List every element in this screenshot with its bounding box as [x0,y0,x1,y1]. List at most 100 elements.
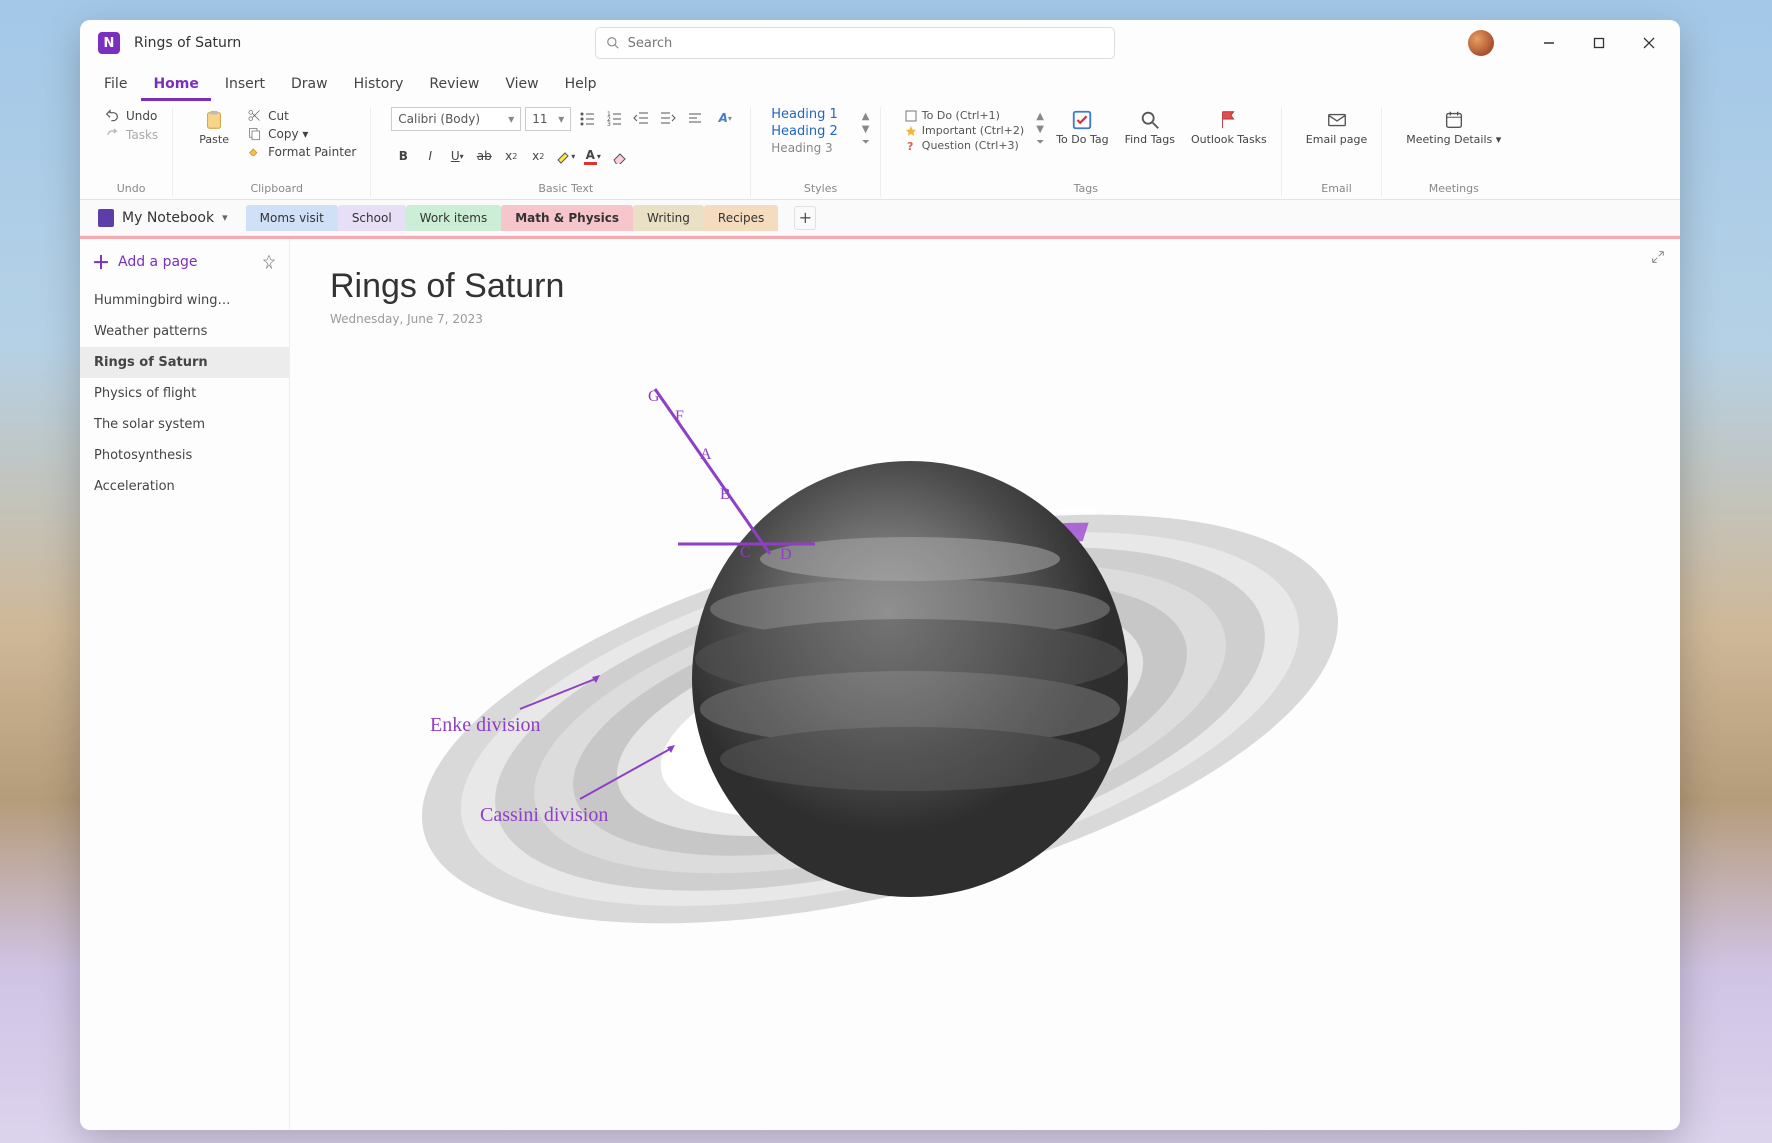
page-item[interactable]: Acceleration [80,471,289,502]
menu-tab-history[interactable]: History [342,70,416,101]
bold-button[interactable]: B [391,145,415,167]
style-heading2[interactable]: Heading 2 [771,124,838,139]
page-canvas[interactable]: Rings of Saturn Wednesday, June 7, 2023 [290,239,1680,1130]
ribbon-group-tags: To Do (Ctrl+1) Important (Ctrl+2) ?Quest… [891,107,1282,197]
label-cassini: Cassini division [480,804,608,826]
numbering-button[interactable]: 123 [602,107,626,129]
bullets-button[interactable] [575,107,599,129]
page-title[interactable]: Rings of Saturn [330,267,1640,306]
page-item[interactable]: The solar system [80,409,289,440]
style-heading3[interactable]: Heading 3 [771,141,838,155]
outlook-tasks-button[interactable]: Outlook Tasks [1187,107,1271,148]
ribbon-group-undo: Undo Tasks Undo [90,107,173,197]
section-tab[interactable]: Moms visit [246,205,338,231]
subscript-button[interactable]: x2 [499,145,523,167]
meeting-icon [1443,109,1465,131]
chevron-down-icon: ▾ [222,211,228,224]
minimize-button[interactable] [1526,24,1572,62]
section-tab[interactable]: Math & Physics [501,205,633,231]
label-a: A [700,446,712,463]
italic-button[interactable]: I [418,145,442,167]
svg-text:3: 3 [607,121,611,126]
section-tab[interactable]: Writing [633,205,704,231]
section-tab[interactable]: Recipes [704,205,778,231]
paste-button[interactable]: Paste [193,107,235,148]
find-tags-icon [1139,109,1161,131]
close-button[interactable] [1626,24,1672,62]
maximize-button[interactable] [1576,24,1622,62]
font-family-select[interactable]: Calibri (Body) ▾ [391,107,521,131]
add-section-button[interactable]: + [794,206,816,230]
tasks-button[interactable]: Tasks [100,126,162,144]
styles-pane-button[interactable]: A▾ [710,107,740,129]
notebook-picker[interactable]: My Notebook ▾ [90,205,236,231]
menu-tab-draw[interactable]: Draw [279,70,340,101]
ribbon-group-meetings: Meeting Details ▾ Meetings [1392,107,1515,197]
todo-tag-button[interactable]: To Do Tag [1052,107,1112,148]
page-item[interactable]: Rings of Saturn [80,347,289,378]
ribbon-group-email: Email page Email [1292,107,1383,197]
redo-icon [104,127,120,143]
todo-icon [1071,109,1093,131]
underline-button[interactable]: U▾ [445,145,469,167]
styles-down-button[interactable]: ▼ [862,124,870,135]
label-b: B [720,486,731,503]
align-button[interactable] [683,107,707,129]
menu-tab-review[interactable]: Review [417,70,491,101]
page-item[interactable]: Weather patterns [80,316,289,347]
section-tabs: Moms visitSchoolWork itemsMath & Physics… [246,205,779,231]
email-page-button[interactable]: Email page [1302,107,1372,148]
saturn-illustration: G F A B C D Enke division Cassini divisi… [370,359,1390,1079]
undo-button[interactable]: Undo [100,107,162,125]
menu-tab-file[interactable]: File [92,70,139,101]
svg-text:?: ? [907,140,913,152]
label-enke: Enke division [430,714,541,736]
menu-tab-home[interactable]: Home [141,70,210,101]
outdent-button[interactable] [629,107,653,129]
tag-list[interactable]: To Do (Ctrl+1) Important (Ctrl+2) ?Quest… [901,107,1028,154]
superscript-button[interactable]: x2 [526,145,550,167]
flag-icon [1218,109,1240,131]
styles-up-button[interactable]: ▲ [862,111,870,122]
copy-button[interactable]: Copy ▾ [243,125,360,142]
menu-tab-insert[interactable]: Insert [213,70,277,101]
notebook-icon [98,209,114,227]
label-d: D [780,546,792,563]
highlight-icon [555,148,571,164]
highlight-button[interactable]: ▾ [553,145,577,167]
brush-icon [247,144,262,159]
font-color-button[interactable]: A▾ [580,145,604,167]
title-bar: N Rings of Saturn Search [80,20,1680,66]
menu-tab-help[interactable]: Help [553,70,609,101]
style-heading1[interactable]: Heading 1 [771,107,838,122]
tags-up-button[interactable]: ▲ [1036,111,1044,122]
tags-more-button[interactable]: ⏷ [1036,137,1044,148]
body: ＋Add a page Hummingbird wing…Weather pat… [80,239,1680,1130]
indent-button[interactable] [656,107,680,129]
font-size-select[interactable]: 11 ▾ [525,107,571,131]
strikethrough-button[interactable]: ab [472,145,496,167]
page-item[interactable]: Hummingbird wing… [80,285,289,316]
notebook-bar: My Notebook ▾ Moms visitSchoolWork items… [80,200,1680,236]
format-painter-button[interactable]: Format Painter [243,143,360,160]
search-input[interactable]: Search [595,27,1115,59]
menu-tab-view[interactable]: View [493,70,550,101]
pin-icon[interactable] [261,254,277,270]
avatar[interactable] [1468,30,1494,56]
label-f: F [675,408,684,425]
page-item[interactable]: Physics of flight [80,378,289,409]
styles-more-button[interactable]: ⏷ [862,137,870,148]
checkbox-icon [905,110,917,122]
tags-down-button[interactable]: ▼ [1036,124,1044,135]
section-tab[interactable]: Work items [406,205,502,231]
find-tags-button[interactable]: Find Tags [1121,107,1179,148]
cut-button[interactable]: Cut [243,107,360,124]
section-tab[interactable]: School [338,205,406,231]
copy-icon [247,126,262,141]
add-page-button[interactable]: ＋Add a page [92,249,198,275]
clear-format-button[interactable] [607,145,631,167]
page-item[interactable]: Photosynthesis [80,440,289,471]
meeting-details-button[interactable]: Meeting Details ▾ [1402,107,1505,148]
undo-icon [104,108,120,124]
expand-button[interactable] [1650,249,1666,269]
